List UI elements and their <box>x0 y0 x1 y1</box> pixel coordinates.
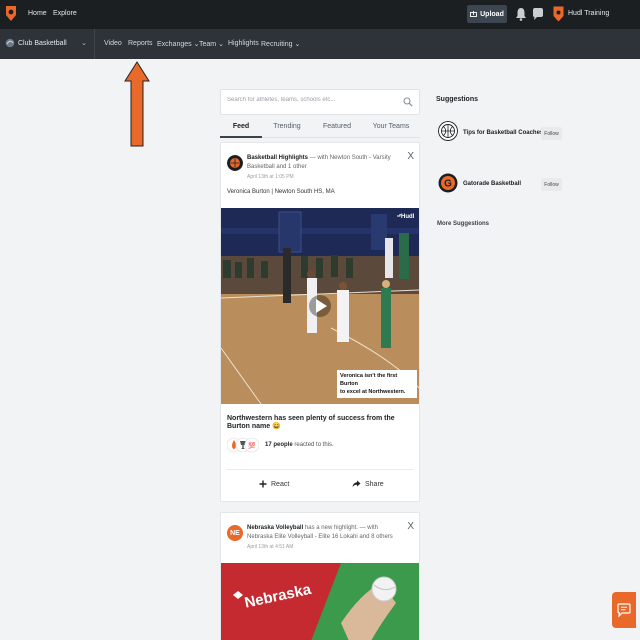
gatorade-g-icon[interactable]: G <box>438 173 458 193</box>
video-player[interactable]: Nebraska <box>221 563 419 640</box>
post-others[interactable]: 8 others <box>371 534 393 540</box>
chevron-down-icon: ⌄ <box>81 40 87 47</box>
video-watermark: Hudl <box>401 214 415 220</box>
post-author[interactable]: Basketball Highlights <box>247 155 308 161</box>
nav-video[interactable]: Video <box>104 40 122 47</box>
nav-exchanges-label: Exchanges <box>157 41 192 48</box>
post-with-prefix: — with <box>309 155 329 161</box>
post-header: Basketball Highlights — with Newton Sout… <box>247 154 397 172</box>
post-header: Nebraska Volleyball has a new highlight.… <box>247 524 397 542</box>
chevron-down-icon: ⌄ <box>294 41 301 48</box>
feed-post: NE Nebraska Volleyball has a new highlig… <box>220 512 420 640</box>
post-and: and <box>359 534 370 540</box>
divider <box>227 469 413 470</box>
nav-recruiting-label: Recruiting <box>261 41 293 48</box>
post-with-prefix: — with <box>359 525 378 531</box>
post-timestamp: April 13th at 4:51 AM <box>247 544 294 550</box>
team-badge-icon[interactable] <box>553 6 564 22</box>
share-label: Share <box>365 480 384 488</box>
follow-button[interactable]: Follow <box>541 127 562 140</box>
tab-featured[interactable]: Featured <box>312 123 362 130</box>
reaction-text: reacted to this. <box>294 442 334 448</box>
share-icon <box>352 480 361 488</box>
search-icon[interactable] <box>403 97 413 107</box>
chat-icon <box>617 603 631 617</box>
share-button[interactable]: Share <box>352 480 384 488</box>
suggestions-title: Suggestions <box>436 96 479 103</box>
nav-highlights[interactable]: Highlights <box>228 40 259 47</box>
annotation-arrow-icon <box>124 61 150 147</box>
post-others[interactable]: 1 other <box>288 164 307 170</box>
hudl-logo-icon[interactable] <box>5 5 17 22</box>
club-name: Club Basketball <box>18 40 67 47</box>
react-button[interactable]: React <box>259 480 289 488</box>
plus-icon <box>259 480 267 488</box>
active-tab-indicator <box>220 136 262 138</box>
nav-team-label: Team <box>199 41 217 48</box>
basketball-icon[interactable] <box>438 121 458 141</box>
svg-text:G: G <box>444 179 452 190</box>
nav-exchanges[interactable]: Exchanges ⌄ <box>157 40 199 48</box>
video-player[interactable]: Hudl Veronica isn't the first Burton to … <box>221 208 419 404</box>
upload-label: Upload <box>480 10 504 18</box>
suggestion-name[interactable]: Tips for Basketball Coaches <box>463 130 543 136</box>
react-label: React <box>271 480 290 488</box>
reaction-icons[interactable]: 💯 <box>227 437 259 453</box>
video-caption-line-2: to excel at Northwestern. <box>340 389 406 395</box>
feed-post: Basketball Highlights — with Newton Sout… <box>220 142 420 502</box>
tab-your-teams[interactable]: Your Teams <box>366 123 416 130</box>
close-icon[interactable]: X <box>407 151 414 162</box>
bell-icon[interactable] <box>515 7 527 21</box>
more-suggestions-link[interactable]: More Suggestions <box>437 221 489 227</box>
reaction-count: 17 people <box>265 442 293 448</box>
post-and: and <box>276 164 287 170</box>
upload-icon <box>470 10 478 17</box>
svg-text:💯: 💯 <box>248 442 256 450</box>
post-subtitle: Veronica Burton | Newton South HS, MA <box>227 189 335 195</box>
post-tagged-team[interactable]: Nebraska Elite Volleyball - Elite 16 Lok… <box>247 534 358 540</box>
feed-tabs: Feed Trending Featured Your Teams <box>220 118 420 138</box>
upload-button[interactable]: Upload <box>467 5 507 23</box>
post-title: Northwestern has seen plenty of success … <box>227 415 395 430</box>
post-timestamp: April 13th at 1:05 PM <box>247 174 294 180</box>
team-name[interactable]: Hudl Training <box>568 10 609 17</box>
team-navigation-bar: Club Basketball ⌄ Video Reports Exchange… <box>0 29 640 59</box>
tab-feed[interactable]: Feed <box>216 123 266 130</box>
nav-recruiting[interactable]: Recruiting ⌄ <box>261 40 300 48</box>
follow-button[interactable]: Follow <box>541 178 562 191</box>
reaction-summary[interactable]: 17 people reacted to this. <box>265 442 334 448</box>
club-logo-icon <box>5 38 15 48</box>
close-icon[interactable]: X <box>407 521 414 532</box>
nav-explore[interactable]: Explore <box>53 10 77 17</box>
team-switcher[interactable]: Club Basketball ⌄ <box>0 29 95 59</box>
top-navigation-bar: Home Explore Upload Hudl Training <box>0 0 640 29</box>
nav-team[interactable]: Team ⌄ <box>199 40 224 48</box>
search-box[interactable] <box>220 89 420 115</box>
video-caption: Veronica isn't the first Burton to excel… <box>337 370 417 398</box>
tab-trending[interactable]: Trending <box>262 123 312 130</box>
avatar[interactable] <box>227 155 243 171</box>
post-author[interactable]: Nebraska Volleyball <box>247 525 303 531</box>
chat-button[interactable] <box>612 592 636 628</box>
video-caption-line-1: Veronica isn't the first Burton <box>340 373 398 387</box>
messages-icon[interactable] <box>532 7 544 21</box>
nav-reports[interactable]: Reports <box>128 40 153 47</box>
suggestion-name[interactable]: Gatorade Basketball <box>463 181 521 187</box>
search-input[interactable] <box>227 97 397 103</box>
nav-home[interactable]: Home <box>28 10 47 17</box>
avatar[interactable]: NE <box>227 525 243 541</box>
chevron-down-icon: ⌄ <box>218 41 224 48</box>
post-action: has a new highlight. <box>304 525 358 531</box>
